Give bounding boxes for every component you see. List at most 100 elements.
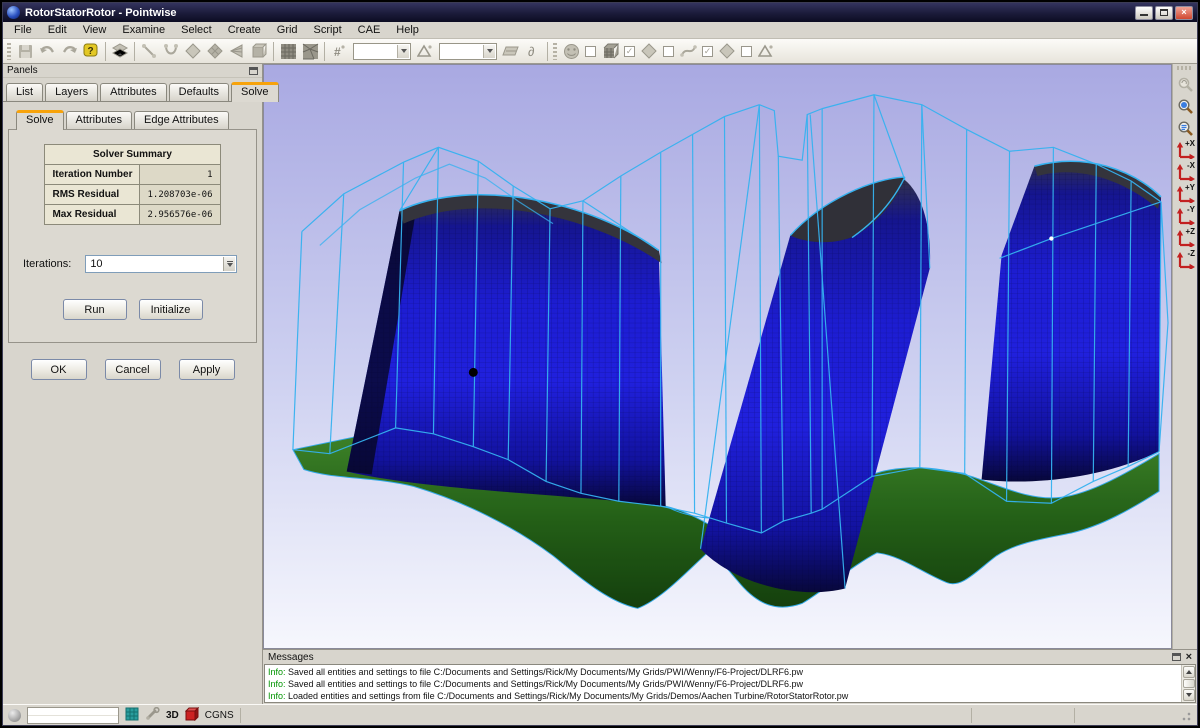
- mask-spacings-icon[interactable]: [716, 41, 738, 62]
- tracking-ball-icon: [8, 709, 21, 722]
- menu-create[interactable]: Create: [220, 23, 269, 37]
- menu-script[interactable]: Script: [306, 23, 350, 37]
- statusbar-separator: [1074, 708, 1075, 723]
- toolbar-grip[interactable]: [553, 43, 557, 60]
- dimension-combo[interactable]: [353, 43, 411, 60]
- menu-view[interactable]: View: [75, 23, 115, 37]
- view-plus-x-button[interactable]: +X: [1174, 140, 1196, 160]
- title-bar[interactable]: RotorStatorRotor - Pointwise ×: [3, 3, 1197, 22]
- mask-connectors-icon[interactable]: [677, 41, 699, 62]
- create-connector-icon[interactable]: [138, 41, 160, 62]
- mask-blocks-checkbox[interactable]: ✓: [624, 46, 635, 57]
- undo-icon[interactable]: [36, 41, 58, 62]
- mask-database-icon[interactable]: [560, 41, 582, 62]
- messages-close-icon[interactable]: ×: [1186, 652, 1192, 662]
- cancel-button[interactable]: Cancel: [105, 359, 161, 380]
- structured-grid-view-icon[interactable]: [277, 41, 299, 62]
- view-plus-y-button[interactable]: +Y: [1174, 184, 1196, 204]
- spacing-delta-icon[interactable]: [414, 41, 436, 62]
- zoom-fit-icon[interactable]: [1174, 96, 1196, 116]
- messages-header[interactable]: Messages ×: [263, 650, 1197, 664]
- messages-float-icon[interactable]: [1172, 653, 1181, 661]
- save-icon[interactable]: [14, 41, 36, 62]
- initialize-button[interactable]: Initialize: [139, 299, 203, 320]
- resize-grip[interactable]: [1179, 709, 1192, 722]
- create-fan-icon[interactable]: [226, 41, 248, 62]
- solve-panel: Solve Attributes Edge Attributes Solver …: [3, 101, 262, 704]
- solve-groupbox: Solver Summary Iteration Number 1 RMS Re…: [8, 129, 257, 343]
- subtab-edge-attributes[interactable]: Edge Attributes: [134, 111, 229, 129]
- tab-defaults[interactable]: Defaults: [169, 83, 229, 101]
- scroll-up-icon[interactable]: [1183, 666, 1195, 678]
- ok-button[interactable]: OK: [31, 359, 87, 380]
- panel-float-icon[interactable]: [249, 67, 258, 75]
- subtab-attributes[interactable]: Attributes: [66, 111, 132, 129]
- tab-solve[interactable]: Solve: [231, 82, 279, 102]
- view-minus-x-button[interactable]: -X: [1174, 162, 1196, 182]
- menu-examine[interactable]: Examine: [114, 23, 173, 37]
- messages-scrollbar[interactable]: [1181, 665, 1195, 702]
- iterations-spinner[interactable]: [223, 257, 235, 271]
- mask-connectors-checkbox[interactable]: ✓: [702, 46, 713, 57]
- zoom-box-icon[interactable]: [1174, 118, 1196, 138]
- menu-edit[interactable]: Edit: [40, 23, 75, 37]
- view-plus-z-button[interactable]: +Z: [1174, 228, 1196, 248]
- layers-stack-icon[interactable]: +: [109, 41, 131, 62]
- restore-button[interactable]: [1155, 6, 1173, 20]
- status-bar: 3D CGNS: [3, 704, 1197, 725]
- highlight-point: [1049, 236, 1053, 240]
- mask-domains-icon[interactable]: [638, 41, 660, 62]
- help-icon[interactable]: ?: [80, 41, 102, 62]
- solver-summary-table: Solver Summary Iteration Number 1 RMS Re…: [44, 144, 220, 225]
- menu-file[interactable]: File: [6, 23, 40, 37]
- tab-attributes[interactable]: Attributes: [100, 83, 166, 101]
- 3d-viewport[interactable]: [263, 64, 1172, 649]
- messages-log[interactable]: Info: Saved all entities and settings to…: [264, 664, 1196, 703]
- menu-help[interactable]: Help: [388, 23, 427, 37]
- iterations-input[interactable]: 10: [85, 255, 237, 273]
- statusbar-segment: [1081, 708, 1171, 723]
- chevron-down-icon[interactable]: [483, 45, 495, 58]
- mask-spacings-checkbox[interactable]: [741, 46, 752, 57]
- grid-icon: [125, 707, 139, 724]
- menu-grid[interactable]: Grid: [269, 23, 306, 37]
- view-minus-z-button[interactable]: -Z: [1174, 250, 1196, 270]
- tab-list[interactable]: List: [6, 83, 43, 101]
- mask-database-checkbox[interactable]: [585, 46, 596, 57]
- menu-bar: File Edit View Examine Select Create Gri…: [3, 22, 1197, 39]
- mask-blocks-icon[interactable]: [599, 41, 621, 62]
- dimension-count-icon[interactable]: #: [328, 41, 350, 62]
- run-button[interactable]: Run: [63, 299, 127, 320]
- mask-points-icon[interactable]: [755, 41, 777, 62]
- close-button[interactable]: ×: [1175, 6, 1193, 20]
- partial-derivative-icon[interactable]: ∂: [522, 41, 544, 62]
- create-block-icon[interactable]: [248, 41, 270, 62]
- subtab-solve[interactable]: Solve: [16, 110, 64, 130]
- view-toolbar: +X -X +Y -Y: [1172, 64, 1197, 649]
- scroll-thumb[interactable]: [1183, 679, 1195, 688]
- scroll-down-icon[interactable]: [1183, 689, 1195, 701]
- view-minus-y-button[interactable]: -Y: [1174, 206, 1196, 226]
- app-window: RotorStatorRotor - Pointwise × File Edit…: [2, 2, 1198, 726]
- spacing-combo[interactable]: [439, 43, 497, 60]
- mask-domains-checkbox[interactable]: [663, 46, 674, 57]
- redo-icon[interactable]: [58, 41, 80, 62]
- zoom-previous-icon[interactable]: [1174, 74, 1196, 94]
- tab-layers[interactable]: Layers: [45, 83, 98, 101]
- chevron-down-icon[interactable]: [397, 45, 409, 58]
- apply-button[interactable]: Apply: [179, 359, 235, 380]
- minimize-button[interactable]: [1135, 6, 1153, 20]
- create-curve-icon[interactable]: [160, 41, 182, 62]
- create-domain-icon[interactable]: [182, 41, 204, 62]
- menu-cae[interactable]: CAE: [350, 23, 389, 37]
- toolbar-grip[interactable]: [7, 43, 11, 60]
- menu-select[interactable]: Select: [173, 23, 220, 37]
- view-toolbar-grip[interactable]: [1177, 66, 1193, 70]
- create-structured-domain-icon[interactable]: [204, 41, 226, 62]
- toolbar-separator: [273, 42, 274, 61]
- unstructured-grid-view-icon[interactable]: [299, 41, 321, 62]
- iteration-number-value: 1: [140, 165, 220, 185]
- panels-header[interactable]: Panels: [3, 64, 262, 78]
- coordinate-readout[interactable]: [27, 707, 119, 724]
- domain-flat-icon[interactable]: [500, 41, 522, 62]
